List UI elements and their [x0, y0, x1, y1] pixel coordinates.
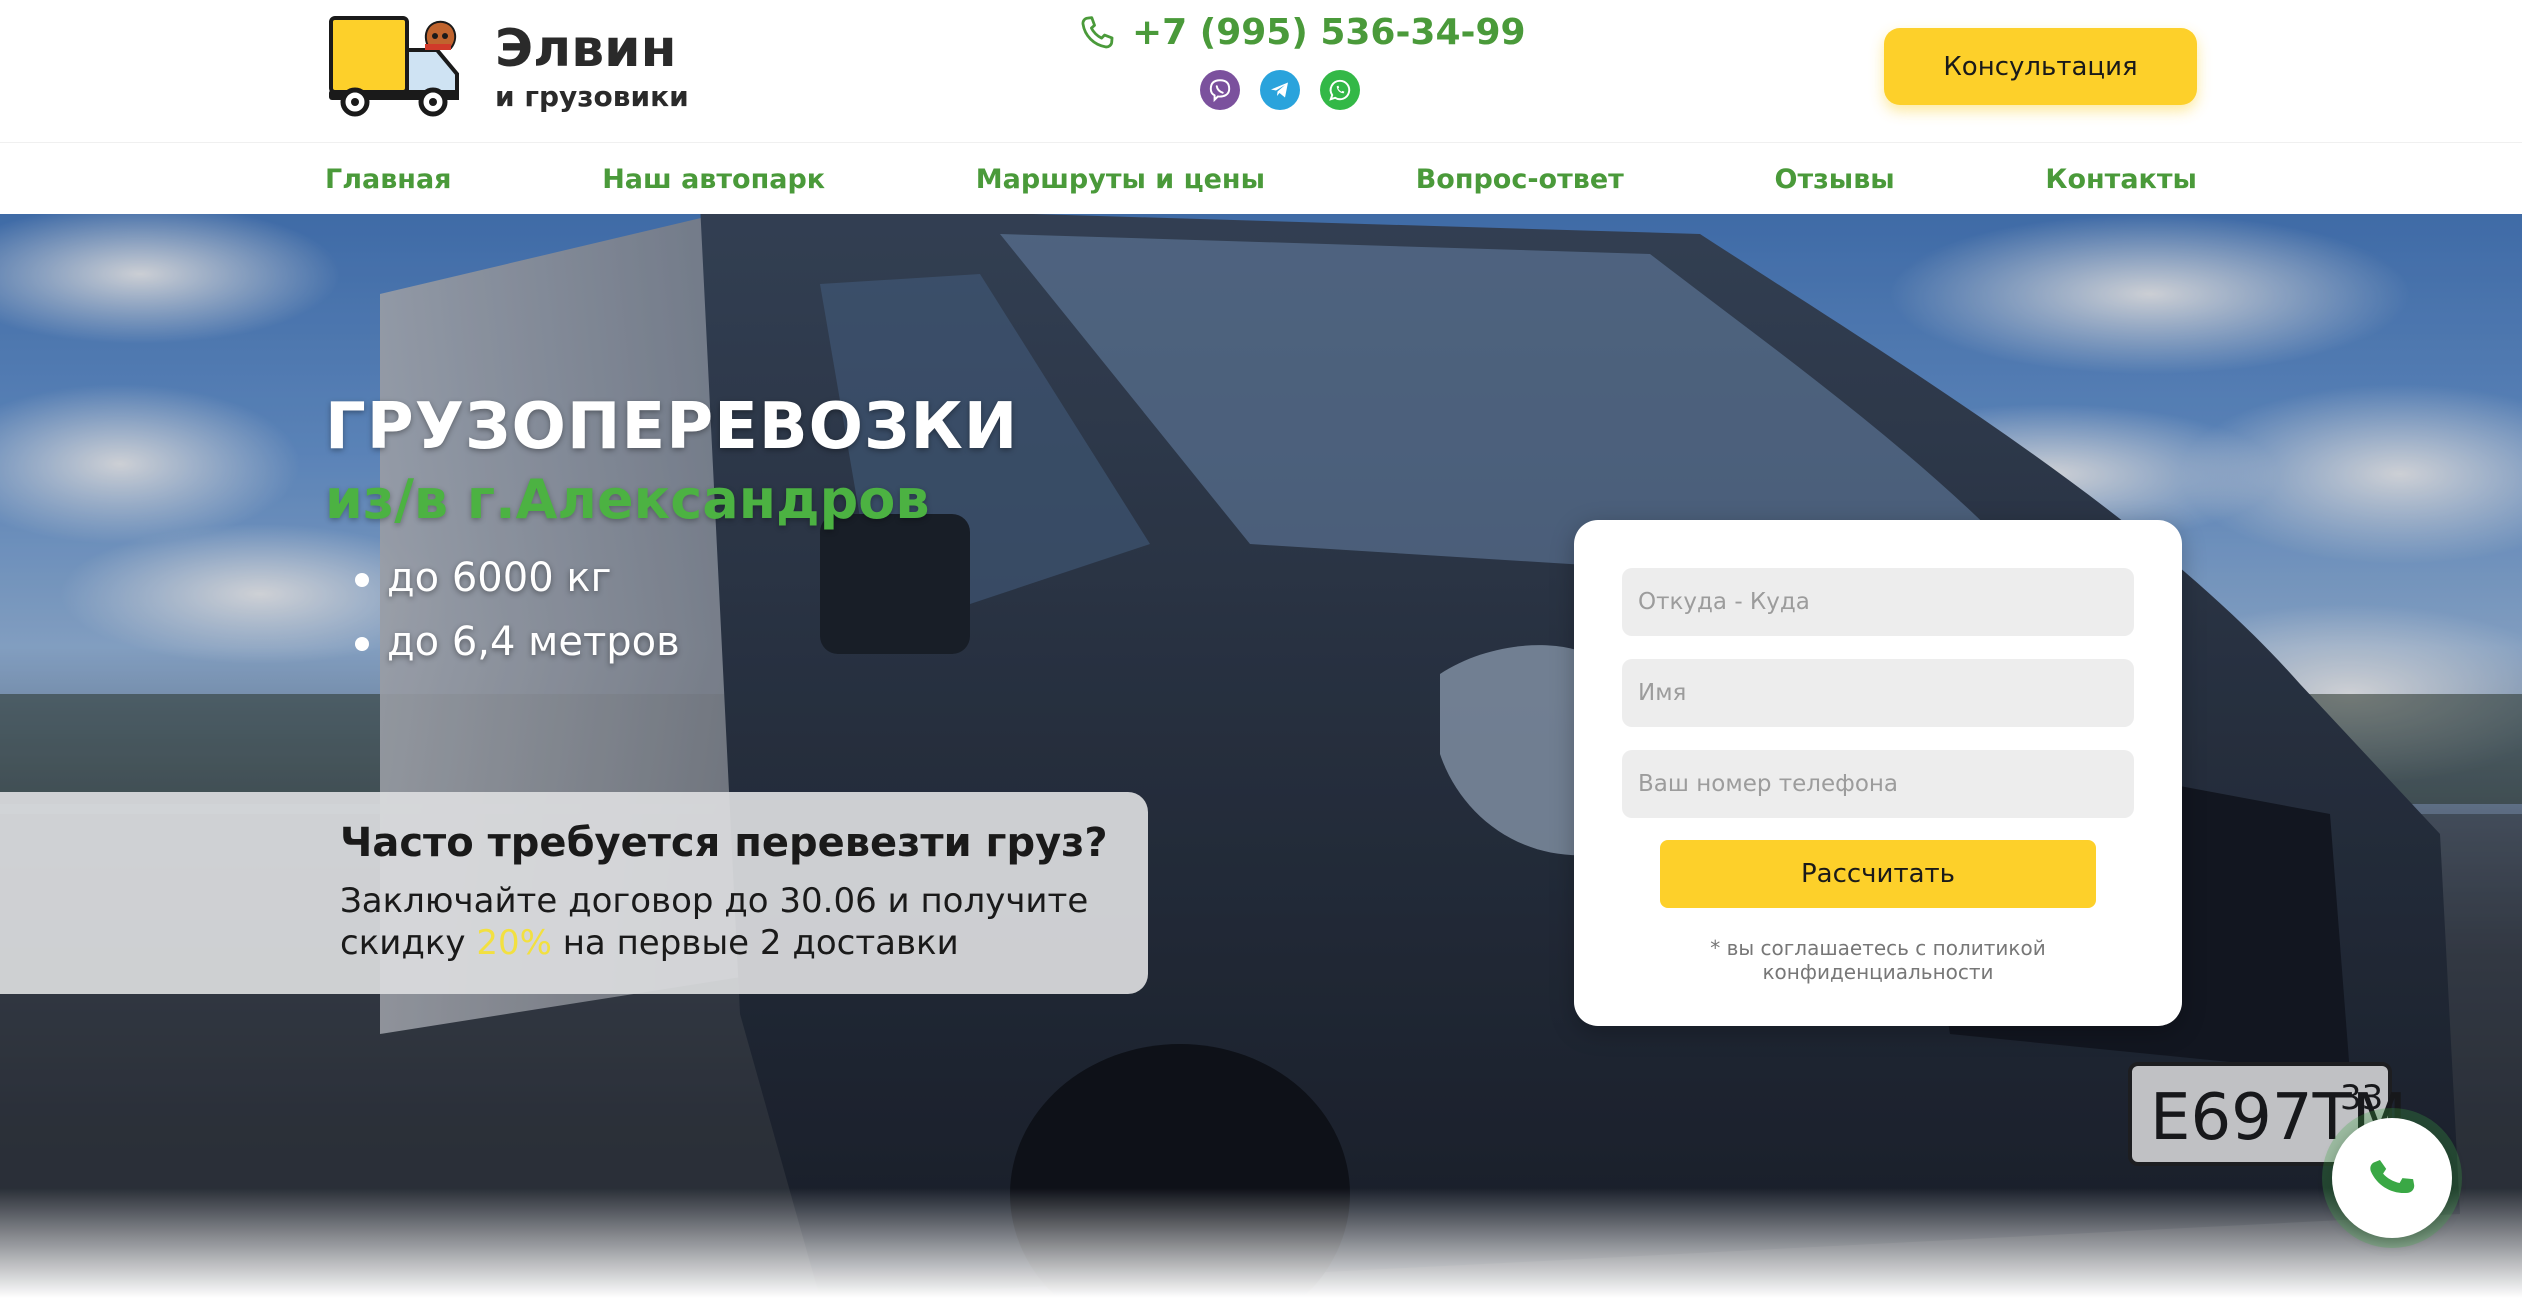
- hero-title: ГРУЗОПЕРЕВОЗКИ: [325, 390, 1019, 464]
- nav-item-faq[interactable]: Вопрос-ответ: [1416, 164, 1624, 195]
- policy-text: * вы соглашаетесь с: [1710, 936, 1933, 960]
- feature-length: до 6,4 метров: [355, 610, 680, 674]
- name-input[interactable]: [1622, 659, 2134, 727]
- promo-title: Часто требуется перевезти груз?: [340, 820, 1108, 866]
- phone-input[interactable]: [1622, 750, 2134, 818]
- logo-title: Элвин: [495, 19, 677, 79]
- nav-item-reviews[interactable]: Отзывы: [1775, 164, 1895, 195]
- promo-discount: 20%: [476, 923, 552, 963]
- truck-with-squirrel-icon: [329, 16, 459, 117]
- calculate-button[interactable]: Рассчитать: [1660, 840, 2096, 908]
- telegram-icon[interactable]: [1260, 70, 1300, 110]
- promo-line2-pre: скидку: [340, 923, 477, 963]
- nav-item-contacts[interactable]: Контакты: [2045, 164, 2197, 195]
- promo-line1: Заключайте договор до 30.06 и получите: [340, 881, 1089, 921]
- nav-item-routes-prices[interactable]: Маршруты и цены: [976, 164, 1265, 195]
- promo-text: Заключайте договор до 30.06 и получите с…: [340, 880, 1130, 964]
- phone-call-icon: [2370, 1159, 2415, 1193]
- calculation-form: Рассчитать * вы соглашаетесь с политикой…: [1574, 520, 2182, 1026]
- hero-section: Е697ТМ 33 ГРУЗОПЕРЕВОЗКИ из/в г.Александ…: [0, 214, 2522, 1298]
- logo[interactable]: Элвин и грузовики: [325, 14, 689, 118]
- call-back-button[interactable]: [2332, 1118, 2452, 1238]
- viber-glyph-icon: [1209, 79, 1231, 103]
- viber-icon[interactable]: [1200, 70, 1240, 110]
- phone-icon: [1081, 16, 1114, 49]
- policy-note: * вы соглашаетесь с политикой конфиденци…: [1634, 936, 2122, 984]
- messenger-links: [1200, 70, 1360, 110]
- hero-bottom-fade: [0, 1188, 2522, 1298]
- feature-capacity: до 6000 кг: [355, 546, 680, 610]
- nav-item-home[interactable]: Главная: [325, 164, 452, 195]
- phone-number: +7 (995) 536-34-99: [1132, 12, 1526, 53]
- logo-subtitle: и грузовики: [495, 80, 689, 113]
- promo-banner: Часто требуется перевезти груз? Заключай…: [0, 792, 1148, 994]
- promo-line2-post: на первые 2 доставки: [551, 923, 959, 963]
- main-nav: Главная Наш автопарк Маршруты и цены Воп…: [0, 142, 2522, 214]
- header-phone-link[interactable]: +7 (995) 536-34-99: [1076, 8, 1526, 58]
- hero-subtitle: из/в г.Александров: [325, 468, 930, 531]
- hero-features: до 6000 кг до 6,4 метров: [355, 546, 680, 674]
- whatsapp-glyph-icon: [1329, 79, 1351, 101]
- nav-item-fleet[interactable]: Наш автопарк: [602, 164, 825, 195]
- from-to-input[interactable]: [1622, 568, 2134, 636]
- site-header: Элвин и грузовики +7 (995) 536-34-99 Кон…: [0, 0, 2522, 142]
- telegram-glyph-icon: [1271, 82, 1288, 98]
- whatsapp-icon[interactable]: [1320, 70, 1360, 110]
- consultation-button[interactable]: Консультация: [1884, 28, 2197, 105]
